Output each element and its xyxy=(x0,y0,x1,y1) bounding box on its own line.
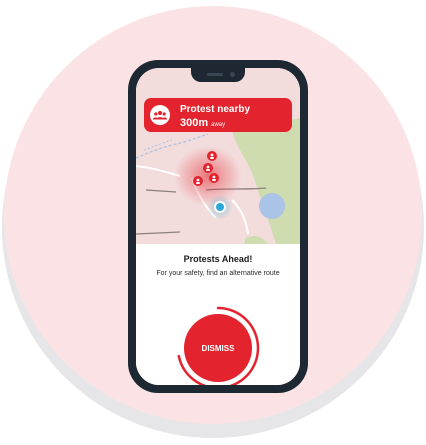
map-road xyxy=(136,165,181,177)
protest-marker-icon[interactable] xyxy=(203,163,213,173)
phone-frame: Protest nearby 300m away Protests Ahead! … xyxy=(128,60,308,393)
distance-value: 300m xyxy=(180,117,209,129)
camera-icon xyxy=(230,72,235,77)
protest-marker-icon[interactable] xyxy=(209,173,219,183)
user-location-icon xyxy=(207,194,233,220)
alert-heading: Protests Ahead! xyxy=(183,254,253,264)
river xyxy=(143,139,173,151)
park-area xyxy=(232,118,300,244)
protest-marker-icon[interactable] xyxy=(193,176,203,186)
map-road xyxy=(231,199,249,235)
phone-notch xyxy=(191,68,245,82)
water-pond xyxy=(259,193,285,219)
alert-distance: 300m away xyxy=(180,117,225,129)
alert-title: Protest nearby xyxy=(180,104,251,115)
park-area xyxy=(244,236,268,244)
speaker-grille xyxy=(207,73,223,76)
map-road xyxy=(145,189,177,193)
protest-marker-icon[interactable] xyxy=(207,151,217,161)
map-road xyxy=(136,231,181,235)
alert-message: For your safety, find an alternative rou… xyxy=(156,270,280,277)
crowd-icon xyxy=(150,105,170,125)
alert-panel: Protests Ahead! For your safety, find an… xyxy=(136,244,300,385)
distance-unit: away xyxy=(211,122,226,128)
map-view[interactable]: Protest nearby 300m away xyxy=(136,68,300,244)
phone-screen: Protest nearby 300m away Protests Ahead! … xyxy=(136,68,300,385)
dismiss-button[interactable]: DISMISS xyxy=(184,314,252,382)
protest-alert-banner[interactable]: Protest nearby 300m away xyxy=(144,98,292,132)
